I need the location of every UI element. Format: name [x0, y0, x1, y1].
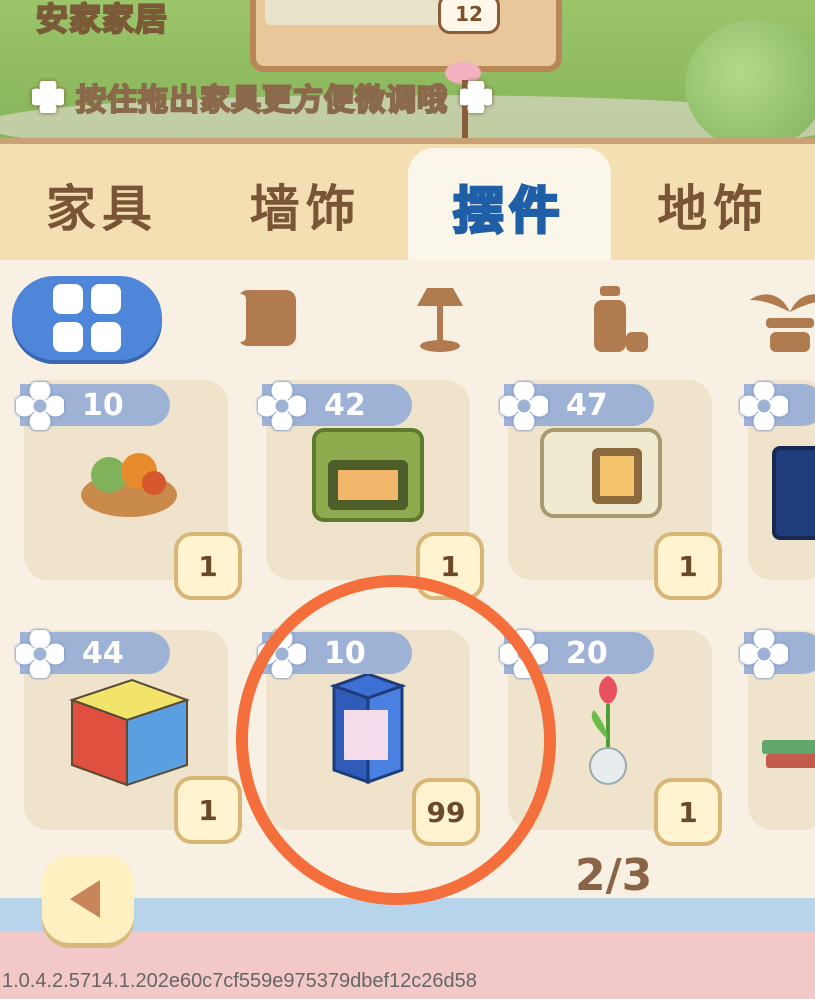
- page-indicator: 2/3: [575, 850, 653, 901]
- subcategory-plant[interactable]: [715, 276, 815, 360]
- table-mat: [265, 0, 455, 25]
- tulip-vase-icon: [589, 676, 627, 785]
- flower-currency-icon: [740, 382, 788, 430]
- television-icon: [772, 446, 815, 540]
- rubiks-cube-icon: [68, 678, 191, 787]
- flower-currency-icon: [16, 382, 64, 430]
- version-text: 1.0.4.2.5714.1.202e60c7cf559e975379dbef1…: [2, 970, 477, 992]
- cushion-icon: [234, 290, 296, 346]
- tab-wall-decor[interactable]: 墙饰: [204, 144, 408, 266]
- subcategory-cushion[interactable]: [190, 276, 340, 360]
- drag-hint-banner: 按住拖出家具更方便微调哦: [28, 72, 496, 122]
- tab-ornaments[interactable]: 摆件: [407, 148, 612, 266]
- category-tabs: 家具 墙饰 摆件 地饰: [0, 138, 815, 266]
- tab-furniture[interactable]: 家具: [0, 144, 204, 266]
- oven-icon: [312, 428, 424, 522]
- room-name: 安家家居: [35, 0, 169, 39]
- subcategory-bottle[interactable]: [540, 276, 690, 360]
- flower-currency-icon: [500, 382, 548, 430]
- vegetable-basket-icon: [81, 453, 177, 517]
- item-count-badge: 1: [654, 532, 722, 600]
- microwave-icon: [540, 428, 662, 518]
- tab-floor-decor[interactable]: 地饰: [611, 144, 815, 266]
- bottle-icon: [594, 286, 648, 352]
- subcategory-lamp[interactable]: [365, 276, 515, 360]
- books-icon: [762, 740, 815, 768]
- lamp-icon: [417, 288, 463, 352]
- flower-icon: [456, 77, 496, 117]
- flower-currency-icon: [740, 630, 788, 678]
- garden-bush: [685, 20, 815, 140]
- item-count-badge: 1: [174, 532, 242, 600]
- subcategory-bar: [0, 270, 815, 370]
- subcategory-all[interactable]: [12, 276, 162, 360]
- flower-icon: [28, 77, 68, 117]
- item-count-badge: 1: [174, 776, 242, 844]
- flower-currency-icon: [258, 382, 306, 430]
- flower-currency-icon: [16, 630, 64, 678]
- room-scene: 12 安家家居 按住拖出家具更方便微调哦: [0, 0, 815, 140]
- plant-pot-icon: [750, 294, 815, 352]
- drag-hint-text: 按住拖出家具更方便微调哦: [75, 82, 448, 119]
- table-badge: 12: [438, 0, 500, 34]
- grid-all-icon: [53, 284, 121, 352]
- back-button[interactable]: [42, 855, 134, 943]
- item-count-badge: 1: [654, 778, 722, 846]
